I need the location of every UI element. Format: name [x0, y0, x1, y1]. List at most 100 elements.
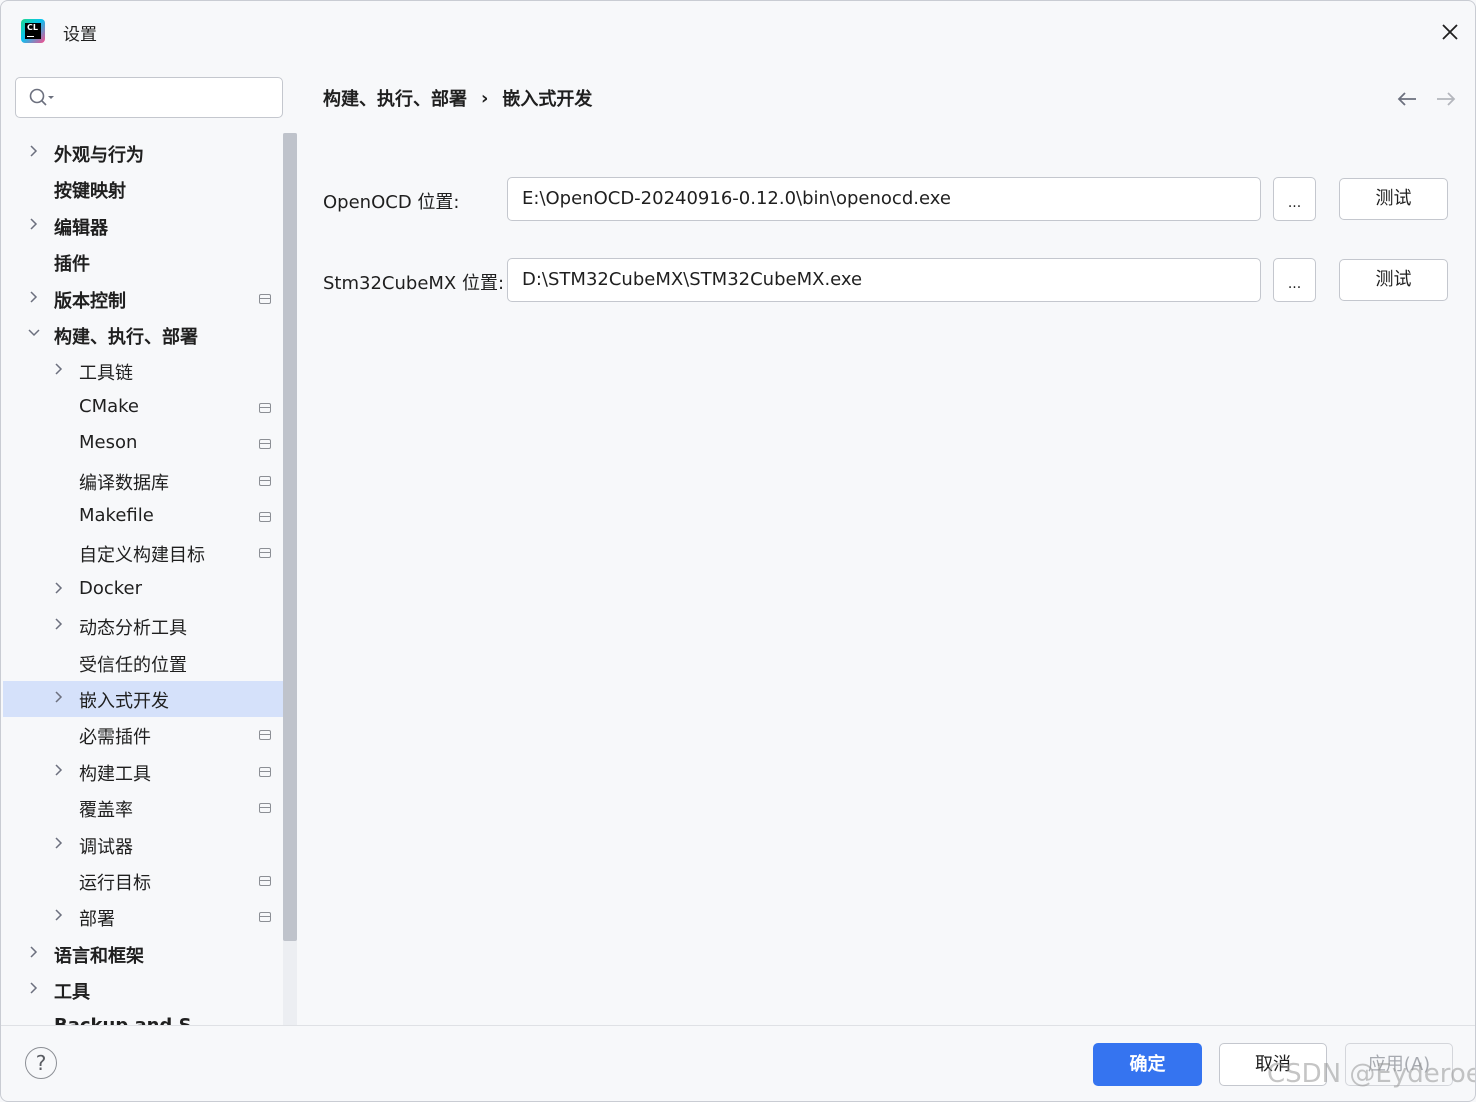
project-settings-icon: [259, 730, 271, 741]
tree-item-label: 外观与行为: [54, 145, 144, 166]
settings-tree: 外观与行为按键映射编辑器插件版本控制构建、执行、部署工具链 CMake Meson 编…: [3, 133, 283, 1026]
tree-item-label: 版本控制: [54, 290, 126, 312]
footer-divider: [1, 1025, 1475, 1026]
openocd-test-button[interactable]: 测试: [1339, 178, 1448, 220]
project-settings-icon: [259, 402, 271, 413]
tree-item[interactable]: 覆盖率: [3, 790, 283, 826]
tree-item-label: Docker: [79, 577, 143, 599]
tree-item[interactable]: 按键映射: [3, 171, 283, 207]
tree-item-label: 嵌入式开发: [79, 691, 169, 712]
tree-item[interactable]: 工具: [3, 972, 283, 1008]
chevron-right-icon[interactable]: [52, 362, 66, 376]
cubemx-test-button[interactable]: 测试: [1339, 259, 1448, 301]
chevron-right-icon[interactable]: [52, 581, 66, 595]
chevron-right-icon[interactable]: [27, 217, 41, 231]
settings-dialog: CL 设置 外观与行为 按键映射 编辑器 插件 版本控制 构建、执行、部署 工具链 CMake…: [0, 0, 1476, 1102]
tree-item-label: 构建、执行、部署: [54, 327, 198, 348]
tree-item-label: Meson: [79, 432, 138, 454]
tree-item[interactable]: 运行目标: [3, 863, 283, 899]
tree-item-label: CMake: [79, 395, 139, 417]
cubemx-location-label: Stm32CubeMX 位置:: [323, 273, 505, 294]
breadcrumb: 构建、执行、部署 › 嵌入式开发: [323, 85, 592, 111]
tree-item-label: 工具: [54, 982, 90, 1004]
chevron-right-icon[interactable]: [52, 617, 66, 631]
tree-item-label: 调试器: [79, 836, 133, 858]
tree-item[interactable]: 部署: [3, 899, 283, 935]
tree-item[interactable]: Backup and S: [3, 1009, 283, 1026]
tree-item[interactable]: 编译数据库: [3, 463, 283, 499]
window-title: 设置: [63, 25, 97, 45]
close-icon[interactable]: [1437, 19, 1463, 45]
app-icon-text: CL: [27, 23, 38, 32]
tree-item-label: Makefile: [79, 505, 154, 526]
project-settings-icon: [259, 512, 271, 522]
tree-item[interactable]: 受信任的位置: [3, 645, 283, 681]
back-arrow-icon[interactable]: [1395, 89, 1419, 109]
tree-item-label: 覆盖率: [79, 800, 133, 822]
tree-item-label: 必需插件: [79, 727, 151, 749]
project-settings-icon: [259, 475, 271, 486]
tree-item[interactable]: 编辑器: [3, 208, 283, 244]
tree-item[interactable]: Docker: [3, 572, 283, 608]
breadcrumb-parent[interactable]: 构建、执行、部署: [323, 85, 467, 111]
tree-item-label: 动态分析工具: [79, 618, 187, 640]
chevron-right-icon[interactable]: [27, 981, 41, 995]
chevron-right-icon[interactable]: [52, 763, 66, 777]
tree-item-label: 语言和框架: [54, 945, 144, 967]
tree-item[interactable]: 必需插件: [3, 717, 283, 753]
cubemx-browse-button[interactable]: ...: [1273, 258, 1316, 302]
tree-item[interactable]: 构建工具: [3, 754, 283, 790]
forward-arrow-icon: [1434, 89, 1458, 109]
tree-item[interactable]: Makefile: [3, 499, 283, 535]
tree-item-label: 编译数据库: [79, 472, 169, 494]
tree-item[interactable]: 工具链: [3, 353, 283, 389]
chevron-right-icon[interactable]: [52, 836, 66, 850]
project-settings-icon: [259, 548, 271, 559]
tree-item[interactable]: 插件: [3, 244, 283, 280]
tree-item[interactable]: CMake: [3, 390, 283, 426]
help-icon[interactable]: ?: [25, 1047, 57, 1079]
openocd-location-label: OpenOCD 位置:: [323, 192, 460, 213]
tree-item-label: 编辑器: [54, 217, 108, 239]
watermark: CSDN @Eyderoe: [1267, 1059, 1476, 1089]
ok-button[interactable]: 确定: [1093, 1043, 1202, 1086]
tree-item-label: 部署: [79, 909, 115, 931]
chevron-right-icon[interactable]: [27, 945, 41, 959]
chevron-right-icon[interactable]: [52, 690, 66, 704]
breadcrumb-current: 嵌入式开发: [502, 89, 593, 110]
project-settings-icon: [259, 439, 271, 450]
tree-item[interactable]: 构建、执行、部署: [3, 317, 283, 353]
chevron-right-icon[interactable]: [27, 144, 41, 158]
chevron-right-icon[interactable]: [52, 908, 66, 922]
tree-item[interactable]: 动态分析工具: [3, 608, 283, 644]
cubemx-path-field[interactable]: D:\STM32CubeMX\STM32CubeMX.exe: [507, 258, 1261, 302]
project-settings-icon: [259, 293, 271, 304]
clion-logo-icon: CL: [21, 19, 45, 43]
breadcrumb-separator: ›: [481, 87, 489, 109]
openocd-path-field[interactable]: E:\OpenOCD-20240916-0.12.0\bin\openocd.e…: [507, 177, 1261, 221]
tree-item[interactable]: 调试器: [3, 827, 283, 863]
project-settings-icon: [259, 876, 271, 886]
settings-search-input[interactable]: [15, 77, 283, 118]
tree-item-label: 构建工具: [79, 763, 151, 785]
tree-item-label: 按键映射: [54, 181, 126, 203]
tree-item-label: 工具链: [79, 363, 133, 385]
chevron-right-icon[interactable]: [27, 290, 41, 304]
openocd-browse-button[interactable]: ...: [1273, 177, 1316, 221]
project-settings-icon: [259, 912, 271, 923]
chevron-down-icon[interactable]: [27, 326, 41, 340]
project-settings-icon: [259, 766, 271, 777]
tree-item[interactable]: 版本控制: [3, 281, 283, 317]
tree-item-label: 运行目标: [79, 873, 151, 894]
tree-item-label: 插件: [54, 254, 90, 276]
tree-item-label: 受信任的位置: [79, 654, 187, 676]
tree-item[interactable]: 语言和框架: [3, 936, 283, 972]
tree-item[interactable]: Meson: [3, 426, 283, 462]
tree-item[interactable]: 外观与行为: [3, 135, 283, 171]
tree-item[interactable]: 嵌入式开发: [3, 681, 283, 717]
tree-item[interactable]: 自定义构建目标: [3, 535, 283, 571]
search-icon: [29, 88, 54, 106]
tree-item-label: 自定义构建目标: [79, 545, 205, 567]
project-settings-icon: [259, 803, 271, 814]
tree-scrollbar-thumb[interactable]: [283, 133, 297, 941]
